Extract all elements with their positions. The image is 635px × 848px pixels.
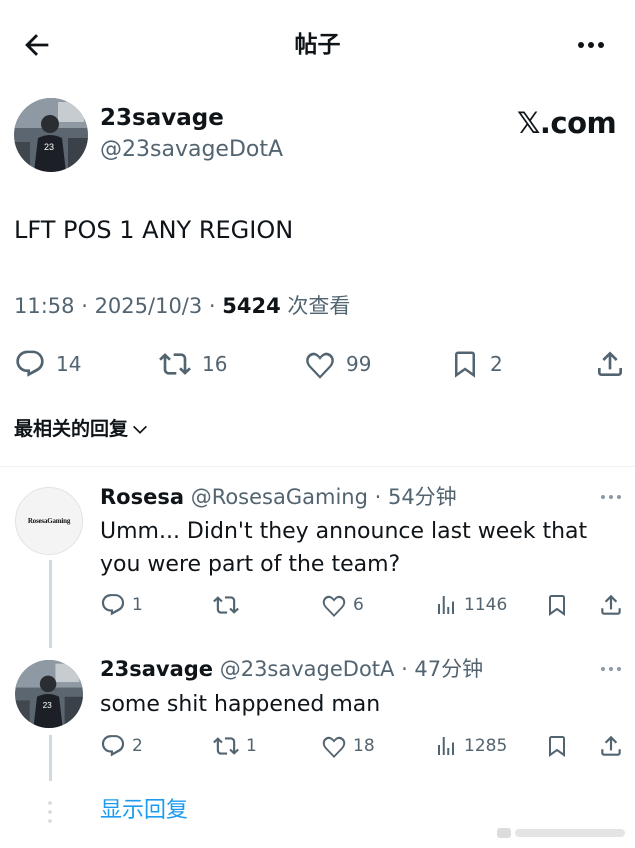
reply-header: 23savage @23savageDotA · 47分钟 [100,654,483,684]
more-horizontal-icon [578,42,604,48]
more-horizontal-icon [601,667,621,671]
author-name[interactable]: 23savage [100,102,224,134]
reply-time: · 47分钟 [394,657,484,681]
reply-bookmark-button[interactable] [545,592,569,618]
reply-author-handle[interactable]: @RosesaGaming [184,485,368,509]
bookmark-count: 2 [490,352,503,376]
reply-count: 1 [132,595,143,615]
repost-count: 1 [246,736,257,756]
share-icon [598,351,622,376]
reply-share-button[interactable] [598,592,624,618]
reply-like-button[interactable]: 18 [321,733,375,759]
more-horizontal-icon [601,495,621,499]
thread-dots [46,800,54,826]
heart-icon [322,595,346,617]
reply-bookmark-button[interactable] [545,733,569,759]
repost-icon [213,596,239,614]
view-count: 5424 [222,294,281,318]
thread-line [49,735,52,781]
avatar-photo: 23 [14,98,88,172]
show-replies-link[interactable]: 显示回复 [100,795,188,827]
brand-watermark: 𝕏.com [517,106,617,140]
reply-author-name[interactable]: Rosesa [100,485,184,509]
chevron-down-icon [133,425,147,434]
reply-author-handle[interactable]: @23savageDotA [213,657,395,681]
meta-separator: · [202,294,223,318]
reply-time: · 54分钟 [367,485,457,509]
reply-like-button[interactable]: 6 [321,592,364,618]
reply-reply-button[interactable]: 1 [100,592,143,618]
heart-icon [306,352,334,379]
post-date: 2025/10/3 [94,294,203,318]
reply-text: some shit happened man [100,692,381,717]
like-button[interactable]: 99 [304,348,371,380]
repost-icon [159,353,191,375]
view-count: 1146 [464,595,508,615]
avatar-logo: RosesaGaming [27,517,71,525]
svg-text:23: 23 [44,142,54,152]
author-avatar[interactable]: 23 [14,98,88,172]
reply-icon [101,594,125,616]
post-text: LFT POS 1 ANY REGION [14,216,294,244]
reply-reply-button[interactable]: 2 [100,733,143,759]
post-time: 11:58 [14,294,75,318]
bookmark-icon [549,736,565,757]
bookmark-icon [549,595,565,616]
reply-icon [16,350,44,377]
svg-text:23: 23 [43,701,53,710]
heart-icon [322,736,346,758]
sort-replies-dropdown[interactable]: 最相关的回复 [14,413,149,445]
share-button[interactable] [594,348,626,380]
reply-count: 14 [56,352,82,376]
like-count: 18 [353,736,375,756]
more-button[interactable] [574,30,608,60]
reply-count: 2 [132,736,143,756]
reply-avatar[interactable]: RosesaGaming [15,487,83,555]
reply-icon [101,735,125,757]
reply-more-button[interactable] [598,490,628,504]
repost-count: 16 [202,352,228,376]
thread-line [49,560,52,648]
reply-author-name[interactable]: 23savage [100,657,213,681]
bookmark-icon [455,351,475,378]
bookmark-button[interactable]: 2 [450,348,503,380]
like-count: 99 [346,352,372,376]
reply-repost-button[interactable] [212,592,246,618]
view-count-label: 次查看 [280,294,351,318]
post-meta: 11:58 · 2025/10/3 · 5424 次查看 [14,290,350,322]
like-count: 6 [353,595,364,615]
divider [0,466,635,467]
meta-separator: · [74,294,95,318]
repost-button[interactable]: 16 [158,348,227,380]
share-icon [601,594,621,615]
watermark [497,823,629,843]
repost-icon [213,737,239,755]
reply-button[interactable]: 14 [14,348,81,380]
reply-avatar[interactable]: 23 [15,660,83,728]
reply-share-button[interactable] [598,733,624,759]
reply-views-button[interactable]: 1146 [434,592,507,618]
analytics-icon [438,737,454,755]
page-title: 帖子 [294,32,341,58]
share-icon [601,735,621,756]
avatar-photo: 23 [15,660,83,728]
author-handle[interactable]: @23savageDotA [100,134,283,166]
reply-views-button[interactable]: 1285 [434,733,507,759]
reply-text: Umm... Didn't they announce last week th… [100,519,588,577]
reply-repost-button[interactable]: 1 [212,733,257,759]
reply-more-button[interactable] [598,662,628,676]
reply-header: Rosesa @RosesaGaming · 54分钟 [100,482,457,512]
analytics-icon [438,596,454,614]
view-count: 1285 [464,736,508,756]
sort-label: 最相关的回复 [14,418,129,440]
